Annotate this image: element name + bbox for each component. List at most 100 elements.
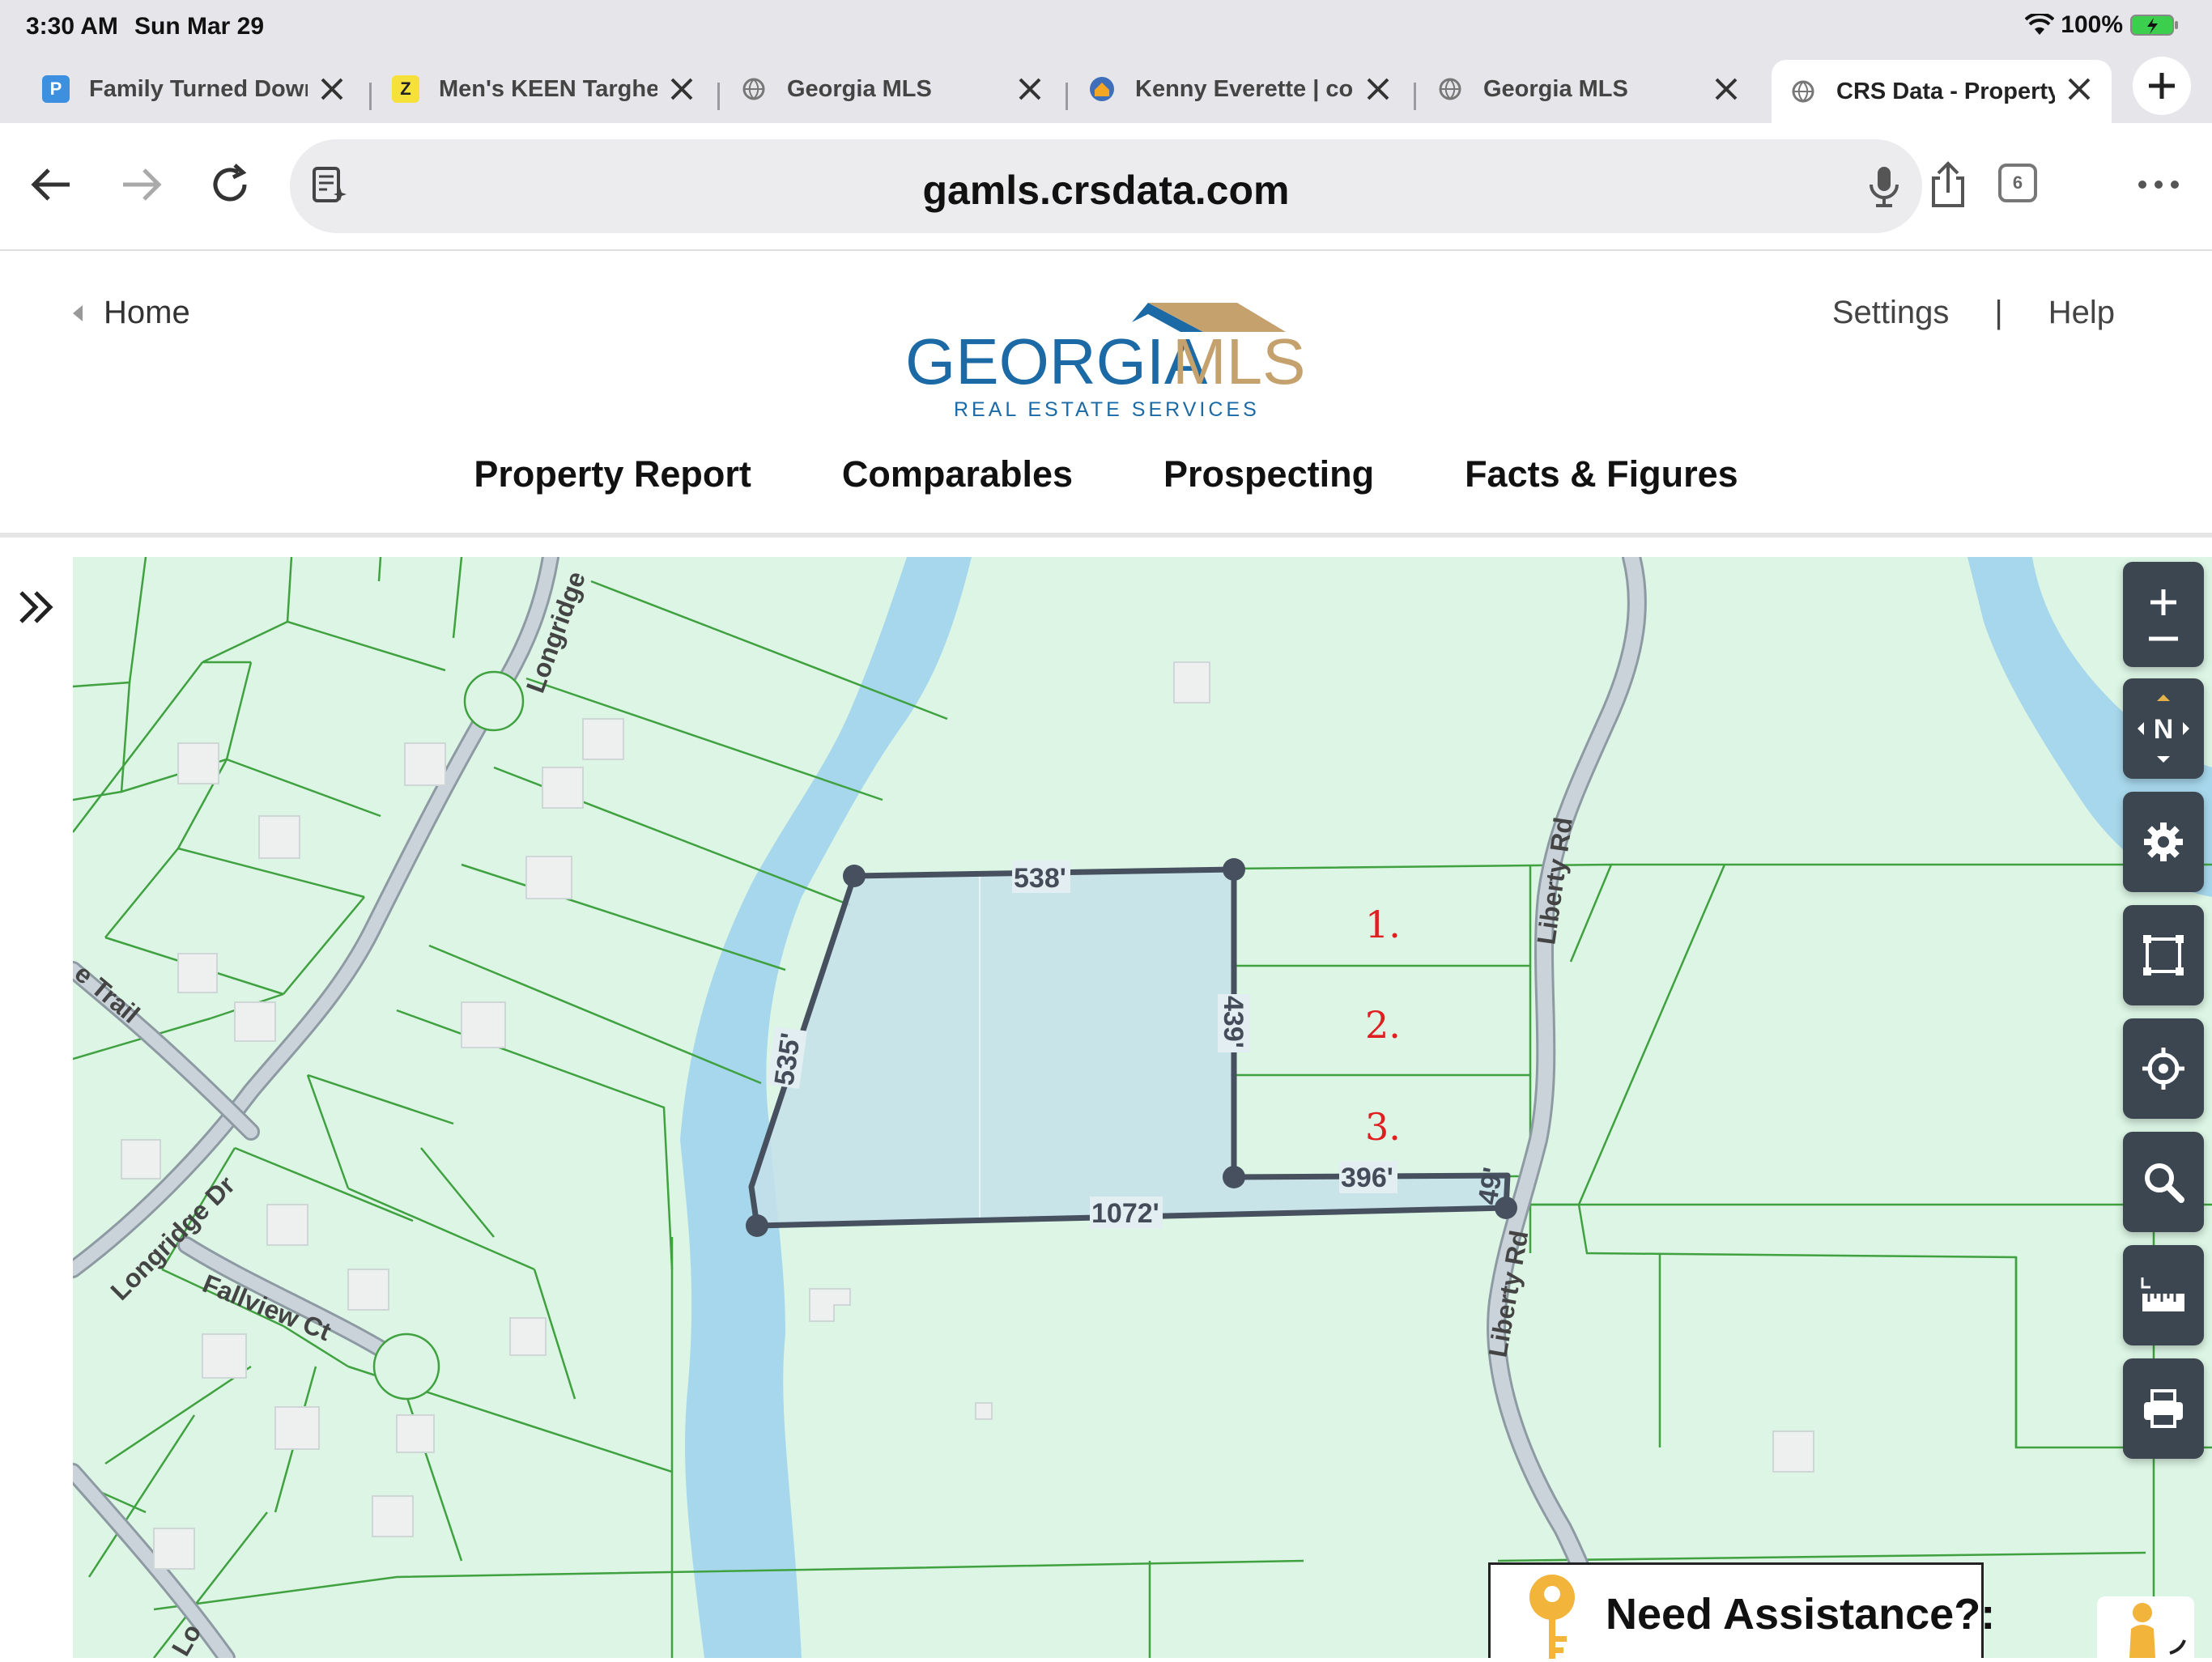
nav-comparables[interactable]: Comparables xyxy=(842,453,1073,495)
tab-title: CRS Data - Property xyxy=(1836,78,2055,104)
nav-facts-figures[interactable]: Facts & Figures xyxy=(1465,453,1738,495)
road-label-trail: e Trail xyxy=(73,959,145,1029)
globe-icon xyxy=(1439,78,1461,100)
printer-icon xyxy=(2144,1389,2183,1428)
tab-title: Georgia MLS xyxy=(1483,75,1628,102)
caret-left-icon xyxy=(73,304,83,321)
settings-link[interactable]: Settings xyxy=(1832,295,1950,331)
select-area-icon xyxy=(2143,935,2184,976)
tab-mens-keen[interactable]: Z Men's KEEN Targhee xyxy=(374,60,714,118)
tab-favicon: P xyxy=(42,75,70,103)
link-separator: | xyxy=(1994,295,2003,330)
annotation-2: 2. xyxy=(1365,1003,1401,1047)
tab-separator xyxy=(717,83,720,110)
logo-word-mls: MLS xyxy=(1172,325,1306,397)
road-label-liberty-rd-north: Liberty Rd xyxy=(1531,815,1578,946)
logo-word-georgia: GEORGIA xyxy=(905,325,1208,397)
handwritten-annotations: 1. 2. 3. xyxy=(1365,903,1401,1149)
plus-icon xyxy=(2149,73,2175,99)
main-nav: Property Report Comparables Prospecting … xyxy=(0,453,2212,495)
battery-charging-icon xyxy=(2130,15,2178,36)
nav-prospecting[interactable]: Prospecting xyxy=(1163,453,1374,495)
close-tab-icon[interactable] xyxy=(666,73,698,105)
measure-right: 439' xyxy=(1218,996,1249,1048)
zoom-out-icon[interactable] xyxy=(2147,635,2180,643)
tab-separator xyxy=(1414,83,1416,110)
compass-button[interactable]: N xyxy=(2123,678,2204,779)
microphone-icon[interactable] xyxy=(1862,162,1906,210)
top-links: Settings | Help xyxy=(1832,295,2115,331)
tab-georgia-mls-2[interactable]: Georgia MLS xyxy=(1419,60,1759,118)
parcel-map[interactable]: 538' 535' 439' 396' 49' 1072' Longridge xyxy=(73,557,2212,1658)
need-assistance-widget[interactable]: Need Assistance?: xyxy=(1488,1562,1995,1659)
tab-georgia-mls-1[interactable]: Georgia MLS xyxy=(722,60,1062,118)
tab-title: Men's KEEN Targhee xyxy=(439,75,657,102)
zoom-in-icon[interactable] xyxy=(2147,586,2180,618)
close-tab-icon[interactable] xyxy=(1710,73,1742,105)
home-link[interactable]: Home xyxy=(73,295,190,331)
tab-title: Family Turned Down xyxy=(89,75,308,102)
tab-family-turned-down[interactable]: P Family Turned Down xyxy=(24,60,364,118)
address-bar[interactable]: gamls.crsdata.com xyxy=(290,139,1922,233)
back-arrow-icon[interactable] xyxy=(28,160,76,209)
search-icon xyxy=(2145,1163,2184,1203)
annotation-3: 3. xyxy=(1365,1105,1401,1149)
crosshair-icon xyxy=(2142,1048,2184,1090)
close-tab-icon[interactable] xyxy=(1014,73,1046,105)
measure-road-frontage: 49' xyxy=(1472,1165,1508,1207)
url-text: gamls.crsdata.com xyxy=(922,168,1290,213)
gear-icon xyxy=(2144,822,2183,861)
print-button[interactable] xyxy=(2123,1358,2204,1459)
close-tab-icon[interactable] xyxy=(2063,73,2095,105)
battery-percent: 100% xyxy=(2061,11,2123,38)
forward-arrow-icon[interactable] xyxy=(117,160,165,209)
need-assistance-label: Need Assistance?: xyxy=(1606,1590,1996,1639)
georgia-mls-logo[interactable]: GEORGIA MLS REAL ESTATE SERVICES xyxy=(905,295,1310,424)
street-view-pegman[interactable] xyxy=(2097,1596,2194,1658)
share-icon[interactable] xyxy=(1922,159,1974,210)
locate-button[interactable] xyxy=(2123,1018,2204,1119)
tab-title: Georgia MLS xyxy=(787,75,932,102)
wifi-icon xyxy=(2025,14,2055,35)
tab-separator xyxy=(1066,83,1068,110)
site-header: Home GEORGIA MLS REAL ESTATE SERVICES Se… xyxy=(0,253,2212,538)
tab-strip: P Family Turned Down Z Men's KEEN Targhe… xyxy=(0,57,2212,123)
globe-icon xyxy=(1792,80,1814,103)
tab-separator xyxy=(369,83,372,110)
assistance-menu-dots[interactable]: : xyxy=(1980,1590,1995,1639)
logo-tagline: REAL ESTATE SERVICES xyxy=(954,398,1260,421)
status-bar: 3:30 AM Sun Mar 29 100% xyxy=(0,0,2212,50)
status-right: 100% xyxy=(2025,11,2180,39)
nav-property-report[interactable]: Property Report xyxy=(474,453,751,495)
compass-north-icon: N xyxy=(2138,695,2189,763)
measure-button[interactable] xyxy=(2123,1245,2204,1345)
expand-sidebar-icon[interactable] xyxy=(15,584,60,630)
compass-label: N xyxy=(2154,714,2174,745)
help-link[interactable]: Help xyxy=(2048,295,2115,331)
tab-crs-data-property[interactable]: CRS Data - Property xyxy=(1772,60,2112,123)
selected-parcel[interactable] xyxy=(746,858,1517,1237)
map-settings-button[interactable] xyxy=(2123,792,2204,892)
tab-title: Kenny Everette | co xyxy=(1135,75,1354,102)
zoom-control xyxy=(2123,562,2204,667)
browser-toolbar: gamls.crsdata.com 6 xyxy=(0,123,2212,251)
close-tab-icon[interactable] xyxy=(1362,73,1394,105)
map-canvas[interactable]: 538' 535' 439' 396' 49' 1072' Longridge xyxy=(73,557,2212,1658)
status-time: 3:30 AM xyxy=(26,13,118,40)
measure-inner-bottom: 396' xyxy=(1341,1163,1393,1193)
select-area-button[interactable] xyxy=(2123,905,2204,1005)
tab-kenny-everette[interactable]: Kenny Everette | co xyxy=(1070,60,1410,118)
reload-icon[interactable] xyxy=(206,160,254,209)
new-tab-button[interactable] xyxy=(2133,57,2191,115)
more-options-icon[interactable] xyxy=(2133,159,2184,210)
close-tab-icon[interactable] xyxy=(316,73,348,105)
annotation-1: 1. xyxy=(1365,903,1401,946)
tab-overview-button[interactable]: 6 xyxy=(1998,164,2037,202)
globe-icon xyxy=(742,78,765,100)
ruler-icon xyxy=(2141,1277,2184,1311)
key-pin-icon xyxy=(1529,1575,1575,1659)
tab-favicon: Z xyxy=(392,75,419,103)
status-date: Sun Mar 29 xyxy=(134,13,265,40)
measure-top: 538' xyxy=(1014,863,1066,894)
map-search-button[interactable] xyxy=(2123,1132,2204,1232)
